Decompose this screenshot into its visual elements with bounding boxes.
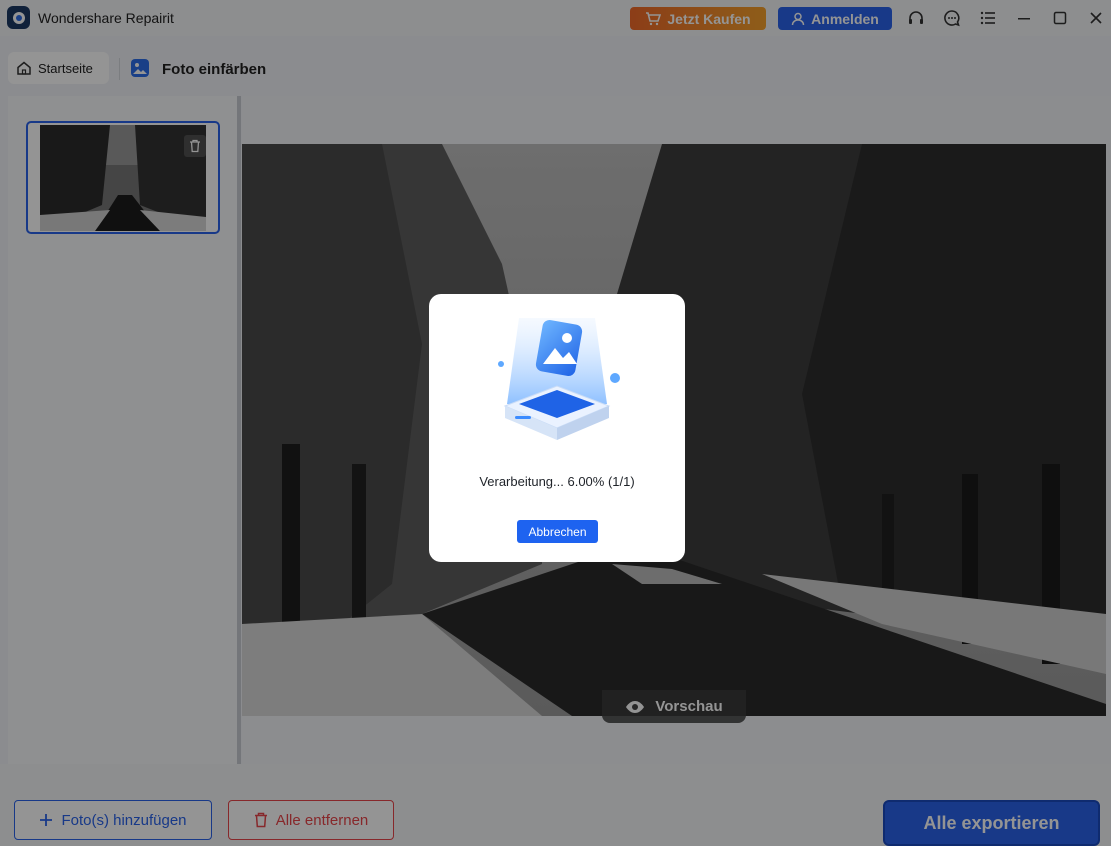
cancel-button[interactable]: Abbrechen [517, 520, 598, 543]
cancel-label: Abbrechen [528, 524, 587, 539]
processing-status-text: Verarbeitung... 6.00% (1/1) [479, 474, 635, 489]
processing-illustration-icon [491, 308, 623, 448]
processing-dialog: Verarbeitung... 6.00% (1/1) Abbrechen [429, 294, 685, 562]
